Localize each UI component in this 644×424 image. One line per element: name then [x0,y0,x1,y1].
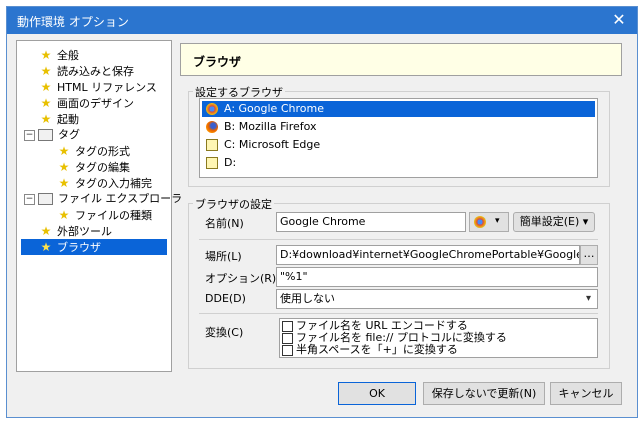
separator [199,313,598,314]
tree-item-general[interactable]: ★ 全般 [39,47,79,63]
tree-item-tag-edit[interactable]: ★ タグの編集 [57,159,130,175]
chrome-icon [206,103,218,115]
tree-item-tag-completion[interactable]: ★ タグの入力補完 [57,175,152,191]
tree-item-tag-format[interactable]: ★ タグの形式 [57,143,130,159]
star-icon: ★ [58,144,70,158]
location-input[interactable]: D:¥download¥internet¥GoogleChromePortabl… [276,245,580,265]
dde-select-value: 使用しない [280,292,335,305]
star-icon: ★ [40,240,52,254]
tree-item-load-save[interactable]: ★ 読み込みと保存 [39,63,134,79]
folder-icon [38,193,53,205]
title-bar[interactable]: 動作環境 オプション ✕ [7,7,637,34]
panel-title: ブラウザ [193,55,242,69]
ok-button[interactable]: OK [338,382,416,405]
chevron-down-icon: ▾ [495,216,500,226]
tree-item-tag[interactable]: タグ [38,127,80,143]
name-input[interactable]: Google Chrome [276,212,466,232]
browse-button[interactable]: … [580,245,598,265]
tree-item-browser[interactable]: ★ ブラウザ [21,239,167,255]
checkbox[interactable] [282,332,293,344]
star-icon: ★ [40,112,52,126]
browser-list[interactable]: A: Google Chrome B: Mozilla Firefox C: M… [199,98,598,178]
location-label: 場所(L) [205,250,242,263]
collapse-toggle-file-explorer[interactable]: − [24,194,35,205]
star-icon: ★ [40,80,52,94]
star-icon: ★ [58,160,70,174]
checkbox[interactable] [282,320,293,332]
close-icon[interactable]: ✕ [609,10,629,30]
tree-item-file-types[interactable]: ★ ファイルの種類 [57,207,152,223]
star-icon: ★ [40,64,52,78]
browser-list-item-a[interactable]: A: Google Chrome [202,101,595,117]
convert-options-list: ファイル名を URL エンコードする ファイル名を file:// プロトコルに… [279,318,598,358]
browser-settings-group-label: ブラウザの設定 [193,196,274,212]
browser-list-item-b[interactable]: B: Mozilla Firefox [202,119,595,135]
firefox-icon [206,121,218,133]
blank-browser-icon [206,157,218,169]
browser-list-item-d[interactable]: D: [202,155,595,171]
star-icon: ★ [40,96,52,110]
browser-list-item-c[interactable]: C: Microsoft Edge [202,137,595,153]
dde-select[interactable]: 使用しない ▾ [276,289,598,309]
tree-item-external-tools[interactable]: ★ 外部ツール [39,223,112,239]
collapse-toggle-tag[interactable]: − [24,130,35,141]
star-icon: ★ [58,176,70,190]
separator [199,239,598,240]
chevron-down-icon: ▾ [585,293,591,304]
star-icon: ★ [40,48,52,62]
tree-item-html-reference[interactable]: ★ HTML リファレンス [39,79,157,95]
tree-item-startup[interactable]: ★ 起動 [39,111,79,127]
convert-label: 変換(C) [205,326,244,339]
update-without-save-button[interactable]: 保存しないで更新(N) [423,382,545,405]
option-input[interactable]: "%1" [276,267,598,287]
convert-option-space-plus[interactable]: 半角スペースを「+」に変換する [282,344,458,356]
option-label: オプション(R) [205,272,277,285]
category-tree[interactable]: ★ 全般 ★ 読み込みと保存 ★ HTML リファレンス ★ 画面のデザイン ★ 起動 −… [16,40,182,372]
window-title: 動作環境 オプション [17,15,129,29]
browser-icon-select[interactable]: ▾ [469,212,509,232]
tree-item-file-explorer[interactable]: ファイル エクスプローラ [38,191,182,207]
panel-header: ブラウザ [180,43,622,76]
name-label: 名前(N) [205,217,244,230]
checkbox[interactable] [282,344,293,356]
tree-item-screen-design[interactable]: ★ 画面のデザイン [39,95,134,111]
star-icon: ★ [40,224,52,238]
dde-label: DDE(D) [205,292,246,305]
cancel-button[interactable]: キャンセル [550,382,622,405]
folder-icon [38,129,53,141]
simple-settings-button[interactable]: 簡単設定(E) ▾ [513,212,595,232]
chrome-icon [474,216,486,228]
star-icon: ★ [58,208,70,222]
blank-browser-icon [206,139,218,151]
